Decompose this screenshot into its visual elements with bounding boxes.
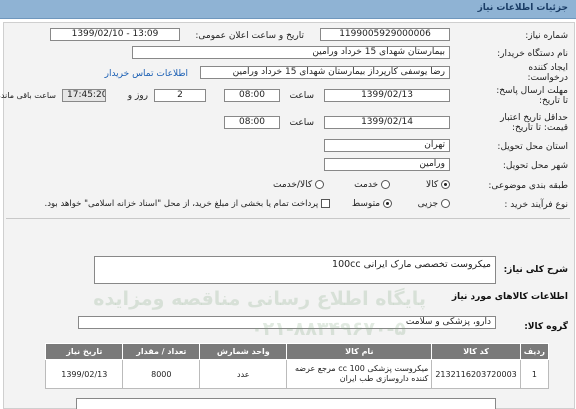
creator-label-2: درخواست: xyxy=(527,73,568,83)
validity-date-field: 1399/02/14 xyxy=(324,116,450,129)
goods-table-wrap: ردیف کد کالا نام کالا واحد شمارش تعداد /… xyxy=(45,343,550,389)
col-date: تاریخ نیاز xyxy=(45,343,124,360)
creator-label: ایجاد کننده xyxy=(528,63,568,73)
buyer-org-label: نام دستگاه خریدار: xyxy=(497,49,568,59)
process-medium-label: متوسط xyxy=(351,199,381,209)
category-goods-service-label: کالا/خدمت xyxy=(272,180,313,190)
category-option-goods[interactable]: کالا xyxy=(426,180,450,190)
process-medium-radio[interactable] xyxy=(383,199,392,208)
table-row[interactable]: 1 2132116203720003 میکروست پزشکی 100 cc … xyxy=(45,359,550,389)
process-label: نوع فرآیند خرید : xyxy=(504,200,568,210)
process-option-medium[interactable]: متوسط xyxy=(352,199,392,209)
col-qty: تعداد / مقدار xyxy=(122,343,201,360)
cell-code: 2132116203720003 xyxy=(431,359,521,389)
category-goods-service-radio[interactable] xyxy=(315,180,324,189)
city-label: شهر محل تحویل: xyxy=(502,161,568,171)
validity-label-2: قیمت: تا تاریخ: xyxy=(512,123,568,133)
category-option-service[interactable]: خدمت xyxy=(354,180,390,190)
payment-checkbox[interactable] xyxy=(321,199,330,208)
goods-group-label: گروه کالا: xyxy=(524,322,568,332)
process-minor-radio[interactable] xyxy=(441,199,450,208)
category-service-label: خدمت xyxy=(354,180,379,190)
remaining-time-label: ساعت باقی مانده xyxy=(0,91,56,100)
need-number-label: شماره نیاز: xyxy=(525,31,568,41)
announce-field: 1399/02/10 - 13:09 xyxy=(50,28,180,41)
page-header: جزئیات اطلاعات نیاز xyxy=(0,0,576,19)
remaining-time-field: 17:45:20 xyxy=(62,89,106,102)
validity-time-field: 08:00 xyxy=(224,116,280,129)
validity-label: حداقل تاریخ اعتبار xyxy=(500,113,568,123)
col-name: نام کالا xyxy=(286,343,433,360)
creator-field: رضا یوسفی کارپرداز بیمارستان شهدای 15 خر… xyxy=(200,66,450,79)
summary-field: میکروست تخصصی مارک ایرانی 100cc xyxy=(94,256,496,284)
deadline-label-2: تا تاریخ: xyxy=(538,96,568,106)
process-option-minor[interactable]: جزیی xyxy=(418,199,450,209)
category-goods-radio[interactable] xyxy=(441,180,450,189)
process-minor-label: جزیی xyxy=(417,199,439,209)
goods-table-header: ردیف کد کالا نام کالا واحد شمارش تعداد /… xyxy=(45,343,550,360)
page-title: جزئیات اطلاعات نیاز xyxy=(477,3,568,13)
category-option-goods-service[interactable]: کالا/خدمت xyxy=(273,180,324,190)
days-field: 2 xyxy=(154,89,206,102)
deadline-date-field: 1399/02/13 xyxy=(324,89,450,102)
col-code: کد کالا xyxy=(431,343,521,360)
cell-name: میکروست پزشکی 100 cc مرجع عرضه کننده دار… xyxy=(286,359,433,389)
cell-index: 1 xyxy=(519,359,550,389)
province-field: تهران xyxy=(324,139,450,152)
col-index: ردیف xyxy=(519,343,550,360)
cell-unit: عدد xyxy=(199,359,288,389)
notes-box xyxy=(76,398,496,409)
goods-group-field: دارو، پزشکی و سلامت xyxy=(78,316,496,329)
cell-qty: 8000 xyxy=(122,359,201,389)
city-field: ورامین xyxy=(324,158,450,171)
validity-time-label: ساعت xyxy=(289,118,315,128)
category-goods-label: کالا xyxy=(425,180,439,190)
divider xyxy=(6,218,570,219)
payment-note: پرداخت تمام یا بخشی از مبلغ خرید، از محل… xyxy=(44,199,319,209)
announce-label: تاریخ و ساعت اعلان عمومی: xyxy=(195,31,304,41)
goods-table: ردیف کد کالا نام کالا واحد شمارش تعداد /… xyxy=(45,343,550,389)
goods-section-title: اطلاعات کالاهای مورد نیاز xyxy=(451,292,568,302)
need-number-field: 1199005929000006 xyxy=(320,28,450,41)
summary-label: شرح کلی نیاز: xyxy=(503,265,568,275)
deadline-time-label: ساعت xyxy=(289,91,315,101)
col-unit: واحد شمارش xyxy=(199,343,288,360)
cell-date: 1399/02/13 xyxy=(45,359,124,389)
deadline-label: مهلت ارسال پاسخ: xyxy=(496,86,568,96)
payment-option[interactable]: پرداخت تمام یا بخشی از مبلغ خرید، از محل… xyxy=(45,199,330,209)
category-service-radio[interactable] xyxy=(381,180,390,189)
category-label: طبقه بندی موضوعی: xyxy=(488,181,568,191)
buyer-org-field: بیمارستان شهدای 15 خرداد ورامین xyxy=(132,46,450,59)
deadline-time-field: 08:00 xyxy=(224,89,280,102)
province-label: استان محل تحویل: xyxy=(497,142,568,152)
days-label: روز و xyxy=(127,91,148,101)
buyer-contact-link[interactable]: اطلاعات تماس خریدار xyxy=(105,69,188,79)
